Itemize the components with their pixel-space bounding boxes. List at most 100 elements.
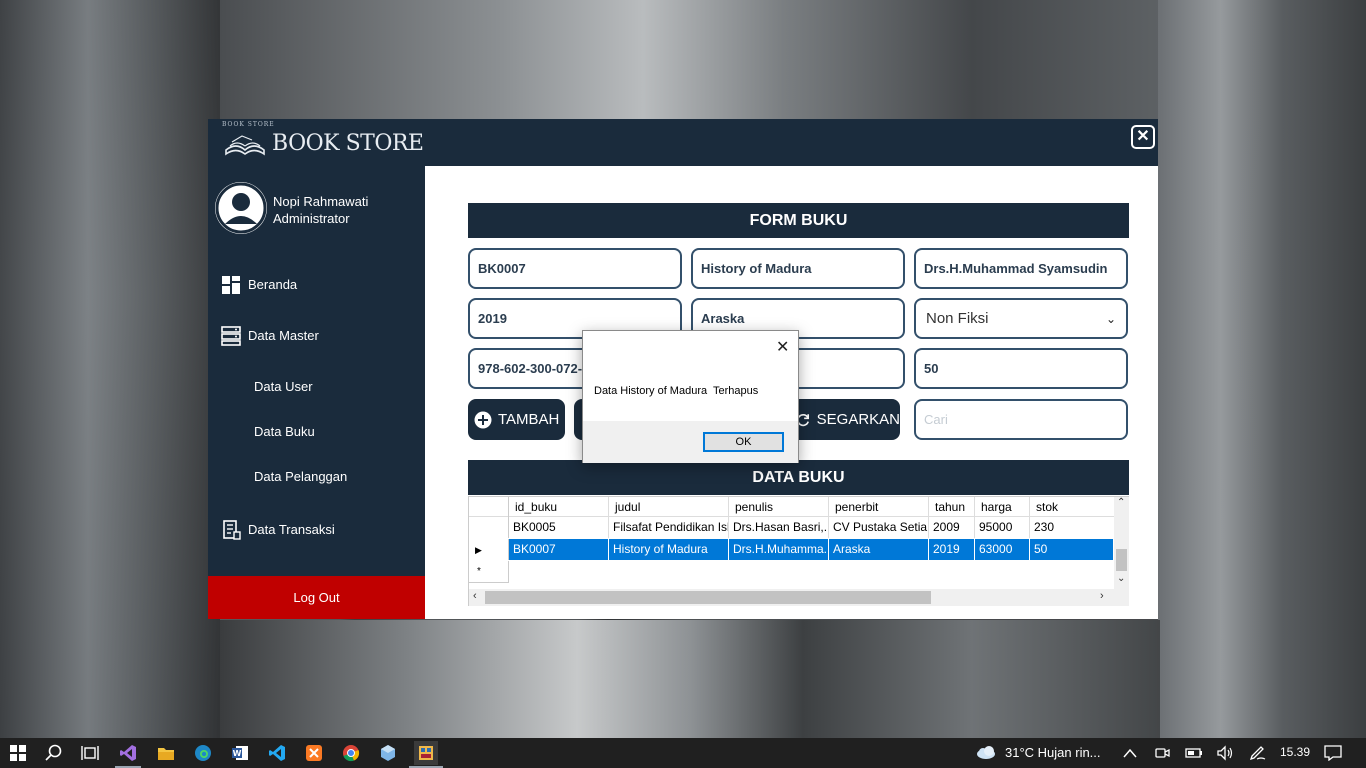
server-icon bbox=[221, 326, 241, 346]
battery-icon[interactable] bbox=[1184, 743, 1204, 763]
sidebar-item-label: Data Master bbox=[248, 328, 319, 343]
sidebar-item-label: Data Buku bbox=[254, 424, 315, 439]
close-button[interactable]: ✕ bbox=[1131, 125, 1155, 149]
sidebar-item-data-transaksi[interactable]: Data Transaksi bbox=[208, 515, 425, 545]
column-header[interactable]: penerbit bbox=[829, 497, 929, 517]
data-grid[interactable]: id_buku judul penulis penerbit tahun har… bbox=[468, 496, 1129, 606]
wallpaper-rock bbox=[220, 0, 1160, 120]
vscode-icon[interactable] bbox=[267, 743, 287, 763]
search-input[interactable]: Cari bbox=[914, 399, 1128, 440]
logo-text: BOOK STORE bbox=[272, 130, 424, 156]
windows-start-icon[interactable] bbox=[8, 743, 28, 763]
visual-studio-icon[interactable] bbox=[118, 743, 138, 763]
judul-field[interactable]: History of Madura bbox=[691, 248, 905, 289]
user-name: Nopi Rahmawati bbox=[273, 194, 369, 209]
dialog-close-button[interactable]: ✕ bbox=[776, 337, 789, 357]
file-explorer-icon[interactable] bbox=[156, 743, 176, 763]
column-header[interactable]: stok bbox=[1030, 497, 1114, 517]
search-icon[interactable] bbox=[44, 743, 64, 763]
table-cell[interactable]: Filsafat Pendidikan Isl... bbox=[609, 517, 729, 538]
sidebar-item-label: Data User bbox=[254, 379, 313, 394]
vertical-scrollbar[interactable]: ⌃ ⌄ bbox=[1114, 497, 1129, 589]
table-cell[interactable]: BK0005 bbox=[509, 517, 609, 538]
table-cell[interactable]: 50 bbox=[1030, 539, 1114, 560]
tambah-button[interactable]: TAMBAH bbox=[468, 399, 565, 440]
wallpaper-rock bbox=[0, 0, 220, 738]
user-icon bbox=[215, 182, 267, 234]
penulis-field[interactable]: Drs.H.Muhammad Syamsudin bbox=[914, 248, 1128, 289]
edge-browser-icon[interactable] bbox=[193, 743, 213, 763]
segarkan-label: SEGARKAN bbox=[816, 411, 900, 428]
chrome-icon[interactable] bbox=[341, 743, 361, 763]
xampp-icon[interactable] bbox=[304, 743, 324, 763]
row-header-current[interactable]: ▶ bbox=[469, 539, 509, 560]
table-cell[interactable]: 95000 bbox=[975, 517, 1030, 538]
weather-icon[interactable] bbox=[975, 743, 997, 763]
column-header[interactable]: penulis bbox=[729, 497, 829, 517]
sidebar-item-data-user[interactable]: Data User bbox=[208, 372, 425, 402]
dialog-footer: OK bbox=[583, 421, 798, 463]
svg-text:W: W bbox=[233, 749, 242, 758]
sidebar-item-data-master[interactable]: Data Master bbox=[208, 321, 425, 351]
column-header[interactable]: tahun bbox=[929, 497, 975, 517]
chevron-up-icon: ⌃ bbox=[1117, 497, 1126, 508]
meet-now-icon[interactable] bbox=[1152, 743, 1172, 763]
volume-icon[interactable] bbox=[1215, 743, 1235, 763]
bookstore-app-icon[interactable] bbox=[414, 741, 438, 765]
tambah-label: TAMBAH bbox=[498, 411, 560, 428]
table-cell[interactable]: Drs.H.Muhamma... bbox=[729, 539, 829, 560]
table-cell[interactable]: BK0007 bbox=[509, 539, 609, 560]
segarkan-button[interactable]: SEGARKAN bbox=[790, 399, 900, 440]
new-row-marker[interactable]: * bbox=[469, 561, 509, 583]
logout-button[interactable]: Log Out bbox=[208, 576, 425, 619]
table-cell[interactable]: History of Madura bbox=[609, 539, 729, 560]
sidebar-item-data-buku[interactable]: Data Buku bbox=[208, 417, 425, 447]
title-bar: BOOK STORE BOOK STORE ✕ bbox=[208, 119, 1158, 166]
task-view-icon[interactable] bbox=[80, 743, 100, 763]
scroll-thumb[interactable] bbox=[485, 591, 931, 604]
table-cell[interactable]: Drs.Hasan Basri,... bbox=[729, 517, 829, 538]
row-header[interactable] bbox=[469, 517, 509, 538]
chevron-left-icon: ‹ bbox=[473, 590, 477, 602]
table-title: DATA BUKU bbox=[468, 460, 1129, 495]
dashboard-icon bbox=[222, 276, 240, 294]
wallpaper-rock bbox=[1158, 0, 1366, 738]
table-cell[interactable]: 2009 bbox=[929, 517, 975, 538]
column-header[interactable]: judul bbox=[609, 497, 729, 517]
chevron-up-icon[interactable] bbox=[1120, 743, 1140, 763]
table-cell[interactable]: Araska bbox=[829, 539, 929, 560]
message-dialog: ✕ Data History of Madura Terhapus OK bbox=[582, 330, 799, 463]
scroll-thumb[interactable] bbox=[1116, 549, 1127, 571]
dialog-message: Data History of Madura Terhapus bbox=[594, 385, 759, 397]
table-cell[interactable]: 2019 bbox=[929, 539, 975, 560]
form-title: FORM BUKU bbox=[468, 203, 1129, 238]
plus-circle-icon bbox=[474, 411, 492, 428]
user-role: Administrator bbox=[273, 211, 350, 226]
book-logo-icon bbox=[225, 135, 265, 156]
column-header[interactable]: id_buku bbox=[509, 497, 609, 517]
taskbar: W 31°C Hujan rin... 15.39 bbox=[0, 738, 1366, 768]
sidebar-item-beranda[interactable]: Beranda bbox=[208, 270, 425, 300]
pen-ink-icon[interactable] bbox=[1248, 743, 1268, 763]
grid-header: id_buku judul penulis penerbit tahun har… bbox=[469, 497, 1114, 517]
virtualbox-icon[interactable] bbox=[378, 743, 398, 763]
notification-icon[interactable] bbox=[1323, 743, 1343, 763]
id-buku-field[interactable]: BK0007 bbox=[468, 248, 682, 289]
kategori-select[interactable]: Non Fiksi ⌄ bbox=[914, 298, 1128, 339]
stok-field[interactable]: 50 bbox=[914, 348, 1128, 389]
table-cell[interactable]: 63000 bbox=[975, 539, 1030, 560]
grid-corner bbox=[469, 497, 509, 517]
horizontal-scrollbar[interactable]: ‹ › bbox=[469, 589, 1129, 606]
row-pointer-icon: ▶ bbox=[475, 545, 482, 555]
sidebar-item-data-pelanggan[interactable]: Data Pelanggan bbox=[208, 462, 425, 492]
sidebar-item-label: Data Pelanggan bbox=[254, 469, 348, 484]
table-cell[interactable]: 230 bbox=[1030, 517, 1114, 538]
weather-text[interactable]: 31°C Hujan rin... bbox=[1005, 745, 1101, 760]
table-cell[interactable]: CV Pustaka Setia... bbox=[829, 517, 929, 538]
column-header[interactable]: harga bbox=[975, 497, 1030, 517]
ok-button[interactable]: OK bbox=[703, 432, 784, 452]
word-icon[interactable]: W bbox=[230, 743, 250, 763]
sidebar-item-label: Beranda bbox=[248, 277, 298, 292]
clock-time[interactable]: 15.39 bbox=[1280, 745, 1310, 759]
wallpaper-rock bbox=[220, 620, 1160, 738]
